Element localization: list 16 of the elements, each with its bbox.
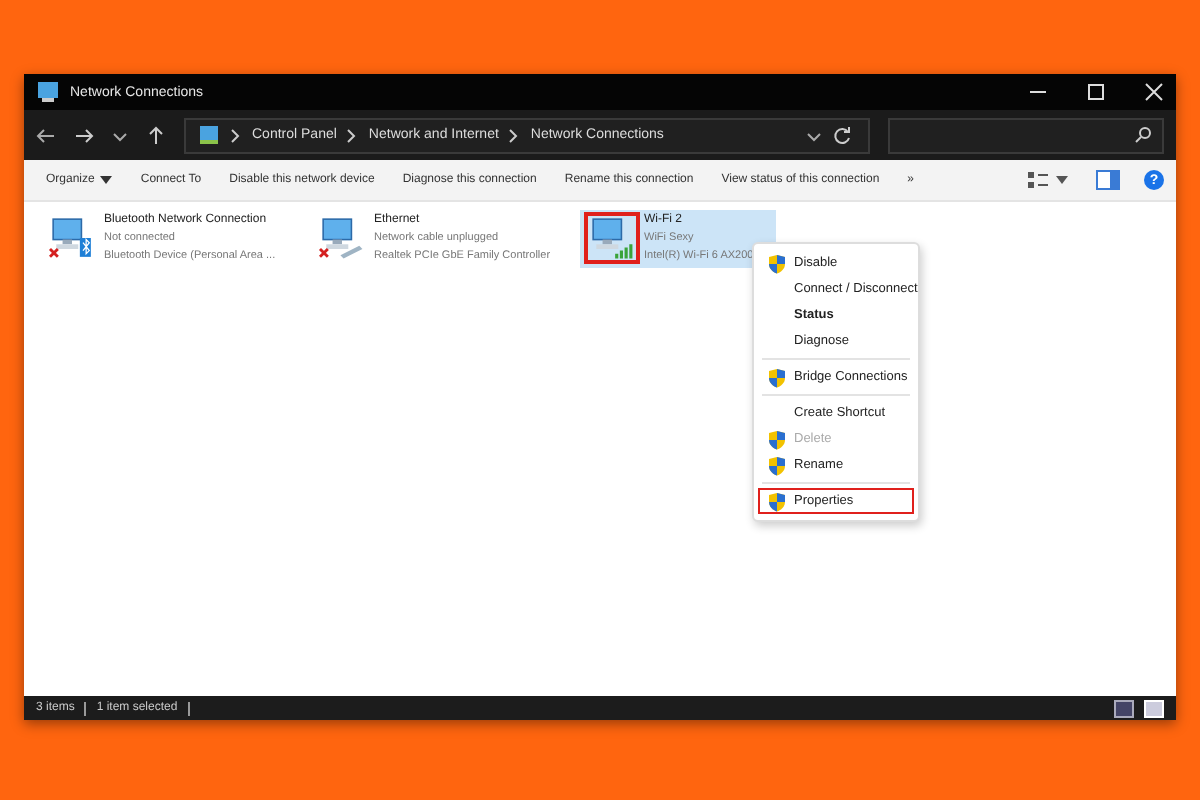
chevron-right-icon <box>508 127 521 143</box>
view-options-icon[interactable] <box>1028 170 1048 190</box>
up-arrow-icon[interactable] <box>146 125 166 145</box>
search-icon <box>1134 126 1152 144</box>
preview-pane-icon[interactable] <box>1096 170 1120 190</box>
maximize-icon[interactable] <box>1086 82 1106 102</box>
search-field[interactable] <box>888 117 1164 153</box>
chevron-down-icon[interactable] <box>112 127 128 143</box>
close-icon[interactable] <box>1144 82 1164 102</box>
forward-arrow-icon[interactable] <box>74 125 94 145</box>
caret-icon[interactable] <box>1056 176 1068 184</box>
chevron-right-icon <box>230 127 242 143</box>
refresh-icon[interactable] <box>832 125 852 145</box>
back-arrow-icon[interactable] <box>36 125 56 145</box>
chevron-right-icon <box>346 127 359 143</box>
chevron-down-icon[interactable] <box>806 127 822 143</box>
